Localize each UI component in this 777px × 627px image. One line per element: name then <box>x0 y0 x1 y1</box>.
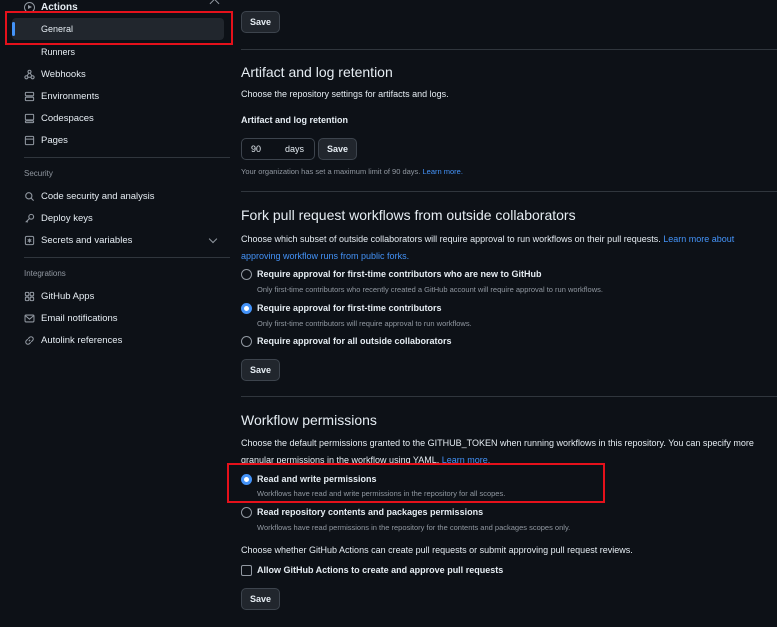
section-divider <box>241 49 777 50</box>
sidebar-item-label: Environments <box>41 90 100 102</box>
pr-permission-question: Choose whether GitHub Actions can create… <box>241 545 633 555</box>
workflow-description-text: Choose the default permissions granted t… <box>241 438 754 465</box>
option-hint: Workflows have read permissions in the r… <box>257 523 571 532</box>
asterisk-icon <box>24 235 35 246</box>
sidebar-item-label: Codespaces <box>41 112 94 124</box>
sidebar-item-label: Code security and analysis <box>41 190 155 202</box>
option-label: Read repository contents and packages pe… <box>257 507 484 517</box>
highlight-box <box>227 463 605 503</box>
sidebar-item-github-apps[interactable]: GitHub Apps <box>24 288 224 304</box>
save-fork-button[interactable]: Save <box>241 359 280 381</box>
settings-main: Save Artifact and log retention Choose t… <box>227 0 777 627</box>
sidebar-item-autolink[interactable]: Autolink references <box>24 332 224 348</box>
sidebar-item-email-notifications[interactable]: Email notifications <box>24 310 224 326</box>
fork-option-new-to-github[interactable]: Require approval for first-time contribu… <box>241 267 542 281</box>
save-button-top[interactable]: Save <box>241 11 280 33</box>
link-icon <box>24 335 35 346</box>
chevron-down-icon[interactable] <box>208 234 218 244</box>
sidebar-item-codespaces[interactable]: Codespaces <box>24 110 224 126</box>
save-workflow-button[interactable]: Save <box>241 588 280 610</box>
artifact-retention-title: Artifact and log retention <box>241 64 393 80</box>
radio-button-selected[interactable] <box>241 302 252 314</box>
fork-option-first-time[interactable]: Require approval for first-time contribu… <box>241 301 442 315</box>
settings-sidebar: Actions General Runners Webhooks Environ… <box>0 0 234 627</box>
sidebar-heading-integrations: Integrations <box>24 269 66 278</box>
artifact-retention-description: Choose the repository settings for artif… <box>241 89 449 99</box>
sidebar-item-runners[interactable]: Runners <box>41 47 75 57</box>
section-divider <box>241 191 777 192</box>
codescan-icon <box>24 191 35 202</box>
server-icon <box>24 91 35 102</box>
sidebar-heading-security: Security <box>24 169 53 178</box>
fork-workflows-title: Fork pull request workflows from outside… <box>241 207 576 223</box>
radio-button[interactable] <box>241 268 252 280</box>
sidebar-item-webhooks[interactable]: Webhooks <box>24 66 224 82</box>
apps-icon <box>24 291 35 302</box>
checkbox-label: Allow GitHub Actions to create and appro… <box>257 565 504 575</box>
artifact-retention-field-label: Artifact and log retention <box>241 115 349 125</box>
option-label: Require approval for first-time contribu… <box>257 269 542 279</box>
save-retention-button[interactable]: Save <box>318 138 357 160</box>
sidebar-item-secrets[interactable]: Secrets and variables <box>24 232 224 248</box>
fork-description-text: Choose which subset of outside collabora… <box>241 234 661 244</box>
sidebar-item-pages[interactable]: Pages <box>24 132 224 148</box>
fork-workflows-description: Choose which subset of outside collabora… <box>241 231 761 265</box>
highlight-box <box>5 11 233 45</box>
sidebar-item-label: Secrets and variables <box>41 234 133 246</box>
section-divider <box>241 396 777 397</box>
option-label: Require approval for first-time contribu… <box>257 303 442 313</box>
mail-icon <box>24 313 35 324</box>
retention-days-value: 90 <box>251 144 262 154</box>
sidebar-item-label: Deploy keys <box>41 212 93 224</box>
retention-days-input[interactable]: 90 days <box>241 138 315 160</box>
sidebar-item-deploy-keys[interactable]: Deploy keys <box>24 210 224 226</box>
checkbox[interactable] <box>241 564 252 576</box>
learn-more-link[interactable]: Learn more. <box>423 167 463 176</box>
sidebar-item-label: Webhooks <box>41 68 86 80</box>
sidebar-item-label: GitHub Apps <box>41 290 95 302</box>
option-hint: Only first-time contributors will requir… <box>257 319 472 328</box>
allow-pr-checkbox-row[interactable]: Allow GitHub Actions to create and appro… <box>241 563 503 577</box>
retention-days-unit: days <box>285 144 305 154</box>
sidebar-item-label: Autolink references <box>41 334 123 346</box>
sidebar-item-label: Email notifications <box>41 312 118 324</box>
codespaces-icon <box>24 113 35 124</box>
radio-button[interactable] <box>241 335 252 347</box>
fork-option-all-outside[interactable]: Require approval for all outside collabo… <box>241 334 452 348</box>
chevron-up-icon[interactable] <box>209 0 220 9</box>
sidebar-item-label: Pages <box>41 134 68 146</box>
radio-button[interactable] <box>241 506 252 518</box>
option-label: Require approval for all outside collabo… <box>257 336 452 346</box>
key-icon <box>24 213 35 224</box>
permission-option-read-only[interactable]: Read repository contents and packages pe… <box>241 505 483 519</box>
workflow-permissions-title: Workflow permissions <box>241 412 377 428</box>
option-hint: Only first-time contributors who recentl… <box>257 285 603 294</box>
retention-limit-text: Your organization has set a maximum limi… <box>241 167 421 176</box>
sidebar-divider <box>24 257 230 258</box>
webhook-icon <box>24 69 35 80</box>
browser-icon <box>24 135 35 146</box>
sidebar-divider <box>24 157 230 158</box>
retention-limit-note: Your organization has set a maximum limi… <box>241 167 463 176</box>
sidebar-item-code-security[interactable]: Code security and analysis <box>24 188 224 204</box>
sidebar-item-environments[interactable]: Environments <box>24 88 224 104</box>
